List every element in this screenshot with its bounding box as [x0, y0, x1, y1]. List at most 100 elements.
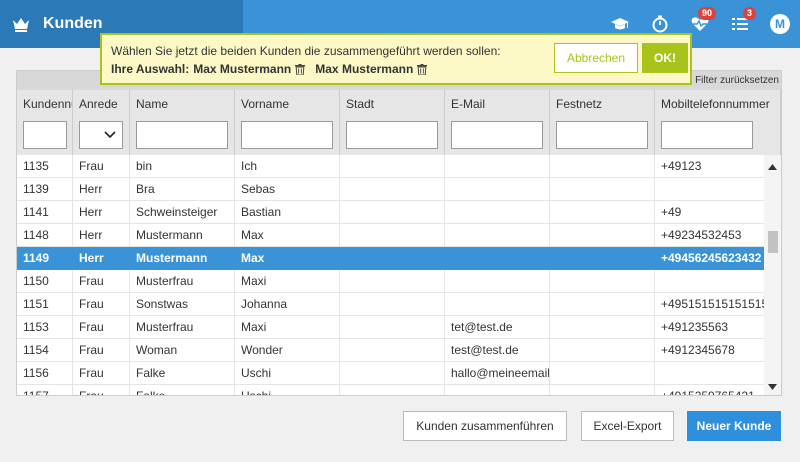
cell-festnetz — [550, 385, 655, 395]
cell-vorname: Uschi — [235, 385, 340, 395]
cell-festnetz — [550, 247, 655, 270]
selection-summary: Ihre Auswahl: Max Mustermann Max Musterm… — [111, 62, 437, 76]
column-header-name[interactable]: Name — [130, 90, 235, 155]
table-row[interactable]: 1151 Frau Sonstwas Johanna +4951515151515151 — [17, 293, 765, 316]
table-row[interactable]: 1157FrauFalkeUschi +4915259765421 — [17, 385, 765, 395]
cell-mobil: +491235563 — [655, 316, 765, 339]
cell-kundennummer: 1156 — [17, 362, 73, 385]
cell-anrede: Herr — [73, 247, 130, 270]
selection-label: Ihre Auswahl: — [111, 62, 190, 76]
tasks-badge: 3 — [742, 7, 756, 20]
merge-notification: Wählen Sie jetzt die beiden Kunden die z… — [100, 33, 692, 85]
trash-icon[interactable] — [417, 63, 428, 75]
column-header-stadt[interactable]: Stadt — [340, 90, 445, 155]
cell-stadt — [340, 270, 445, 293]
cell-anrede: Herr — [73, 201, 130, 224]
scroll-down-button[interactable] — [764, 379, 781, 395]
cell-email — [445, 224, 550, 247]
table-row[interactable]: 1148 Herr Mustermann Max +49234532453 — [17, 224, 765, 247]
scroll-up-button[interactable] — [764, 159, 781, 175]
cell-kundennummer: 1157 — [17, 385, 73, 395]
column-header-email[interactable]: E-Mail — [445, 90, 550, 155]
cell-vorname: Bastian — [235, 201, 340, 224]
cell-kundennummer: 1135 — [17, 155, 73, 178]
cell-anrede: Frau — [73, 316, 130, 339]
excel-export-button[interactable]: Excel-Export — [581, 411, 674, 441]
cell-vorname: Uschi — [235, 362, 340, 385]
stopwatch-icon — [652, 15, 668, 33]
cell-festnetz — [550, 155, 655, 178]
column-header-mobil[interactable]: Mobiltelefonnummer — [655, 90, 781, 155]
cell-mobil: +49234532453 — [655, 224, 765, 247]
filter-input-stadt[interactable] — [346, 121, 438, 149]
cell-name: Woman — [130, 339, 235, 362]
cell-name: Bra — [130, 178, 235, 201]
cell-mobil — [655, 270, 765, 293]
cell-stadt — [340, 339, 445, 362]
column-label: E-Mail — [451, 97, 486, 111]
cell-festnetz — [550, 339, 655, 362]
cell-mobil: +49123 — [655, 155, 765, 178]
tasks-button[interactable]: 3 — [720, 0, 760, 48]
column-header-kundennummer[interactable]: Kundennummer — [17, 90, 73, 155]
cell-email: test@test.de — [445, 339, 550, 362]
cell-vorname: Wonder — [235, 339, 340, 362]
filter-input-name[interactable] — [136, 121, 228, 149]
cell-stadt — [340, 178, 445, 201]
avatar: M — [770, 14, 790, 34]
column-label: Anrede — [79, 97, 118, 111]
table-row[interactable]: 1153 Frau Musterfrau Maxi tet@test.de +491235… — [17, 316, 765, 339]
column-label: Festnetz — [556, 97, 603, 111]
table-row[interactable]: 1141 Herr Schweinsteiger Bastian +49 — [17, 201, 765, 224]
filter-input-email[interactable] — [451, 121, 543, 149]
scrollbar-thumb[interactable] — [768, 231, 778, 253]
filter-input-festnetz[interactable] — [556, 121, 648, 149]
graduation-cap-icon — [611, 18, 629, 30]
cell-email: tet@test.de — [445, 316, 550, 339]
vertical-scrollbar[interactable] — [764, 155, 781, 395]
filter-input-kundennummer[interactable] — [23, 121, 67, 149]
cell-festnetz — [550, 293, 655, 316]
column-header-anrede[interactable]: Anrede — [73, 90, 130, 155]
table-row[interactable]: 1149 Herr Mustermann Max +49456245623432 — [17, 247, 765, 270]
table-row[interactable]: 1156FrauFalkeUschi hallo@meineemail.de — [17, 362, 765, 385]
cell-anrede: Frau — [73, 270, 130, 293]
column-header-vorname[interactable]: Vorname — [235, 90, 340, 155]
cell-festnetz — [550, 316, 655, 339]
cell-name: Mustermann — [130, 247, 235, 270]
user-menu-button[interactable]: M — [760, 0, 800, 48]
reset-filters-link[interactable]: Filter zurücksetzen — [695, 75, 779, 86]
column-label: Kundennummer — [23, 97, 72, 111]
cell-mobil — [655, 362, 765, 385]
cell-email — [445, 178, 550, 201]
cell-email — [445, 201, 550, 224]
triangle-down-icon — [768, 384, 777, 390]
cell-email — [445, 155, 550, 178]
table-row[interactable]: 1135 Frau bin Ich +49123 — [17, 155, 765, 178]
ok-button[interactable]: OK! — [642, 43, 688, 73]
table-row[interactable]: 1154 Frau Woman Wonder test@test.de +49123456… — [17, 339, 765, 362]
column-label: Stadt — [346, 97, 375, 111]
filter-input-vorname[interactable] — [241, 121, 333, 149]
cell-kundennummer: 1149 — [17, 247, 73, 270]
cell-anrede: Herr — [73, 178, 130, 201]
cell-mobil: +49 — [655, 201, 765, 224]
table-row[interactable]: 1139 Herr Bra Sebas — [17, 178, 765, 201]
filter-select-anrede[interactable] — [79, 121, 123, 149]
column-header-festnetz[interactable]: Festnetz — [550, 90, 655, 155]
cell-email — [445, 247, 550, 270]
selection-1: Max Mustermann — [193, 62, 292, 76]
selection-2: Max Mustermann — [315, 62, 414, 76]
cell-email — [445, 270, 550, 293]
new-customer-button[interactable]: Neuer Kunde — [687, 411, 781, 441]
merge-customers-button[interactable]: Kunden zusammenführen — [403, 411, 567, 441]
cell-mobil: +4915259765421 — [655, 385, 765, 395]
cell-vorname: Sebas — [235, 178, 340, 201]
table-row[interactable]: 1150 Frau Musterfrau Maxi — [17, 270, 765, 293]
filter-input-mobil[interactable] — [661, 121, 753, 149]
cell-mobil: +4951515151515151 — [655, 293, 765, 316]
cancel-button[interactable]: Abbrechen — [554, 43, 638, 73]
cell-name: Falke — [130, 362, 235, 385]
column-label: Name — [136, 97, 169, 111]
trash-icon[interactable] — [295, 63, 306, 75]
